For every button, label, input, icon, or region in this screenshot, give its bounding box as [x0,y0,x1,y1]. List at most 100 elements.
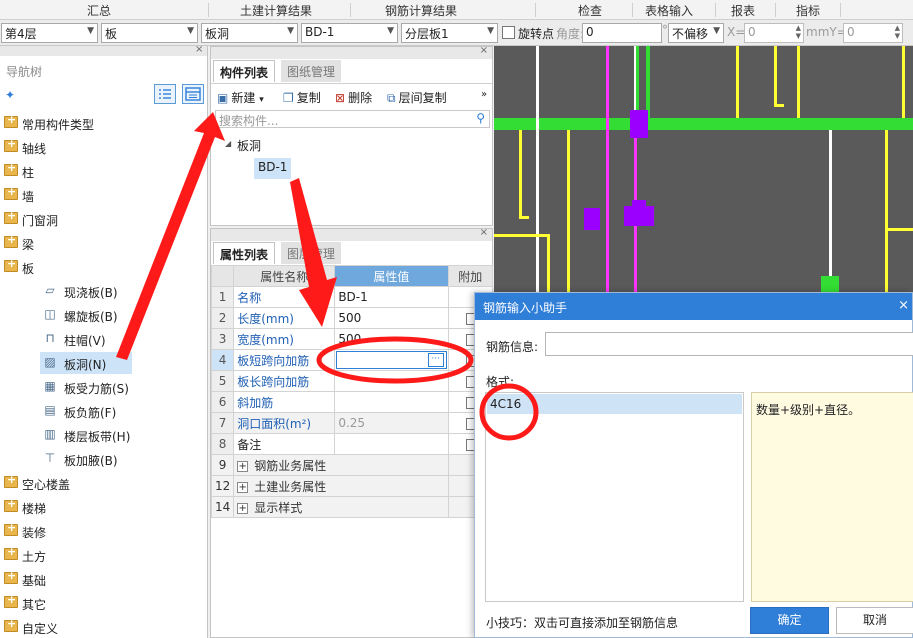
property-value-cell: 0.25 [334,412,449,434]
nav-item-slab[interactable]: 板 [0,256,207,278]
menu-table-input[interactable]: 表格输入 [645,2,693,19]
property-value-cell[interactable] [334,433,449,455]
cancel-button[interactable]: 取消 [836,607,913,634]
delete-button[interactable]: ⊠ 删除 [335,89,372,106]
spin-arrows-icon[interactable]: ▲ ▼ [796,24,801,40]
close-icon[interactable]: × [898,298,909,313]
more-icon[interactable]: » [481,89,487,100]
nav-sub-cast-slab[interactable]: ▱ 现浇板(B) [42,280,132,302]
sparkle-icon[interactable]: ✦ [5,88,15,102]
table-row[interactable]: 1 名称 BD-1 [210,286,494,308]
y-input[interactable]: 0 ▲ ▼ [843,23,903,43]
rebar-info-input[interactable] [545,332,913,356]
table-group-row[interactable]: 12 + 土建业务属性 [210,475,494,497]
nav-item-earthwork[interactable]: 土方 [0,544,207,566]
nav-item-column[interactable]: 柱 [0,160,207,182]
type-select[interactable]: 板洞 ▼ [201,23,298,43]
menu-check[interactable]: 检查 [578,2,602,19]
nav-sub-negative-rebar[interactable]: ▤ 板负筋(F) [42,400,142,422]
table-row[interactable]: 3 宽度(mm) 500 [210,328,494,350]
list-view-icon[interactable] [154,84,176,104]
property-table: 属性名称 属性值 附加 1 名称 BD-1 2 长度(mm) 500 3 宽度(… [210,265,494,518]
menu-summary[interactable]: 汇总 [87,2,111,19]
nav-item-foundation[interactable]: 基础 [0,568,207,590]
menu-rebar-results[interactable]: 钢筋计算结果 [385,2,457,19]
tree-parent-slab-hole[interactable]: 板洞 [237,137,261,154]
tab-layer-management[interactable]: 图层管理 [281,242,342,264]
offset-select[interactable]: 不偏移 ▼ [668,23,724,43]
floor-copy-button[interactable]: ⧉ 层间复制 [387,89,447,106]
table-row-active[interactable]: 4 板短跨向加筋 ··· [210,349,494,371]
property-toolbar: 第4层 ▼ 板 ▼ 板洞 ▼ BD-1 ▼ 分层板1 ▼ 旋转点 角度: 0 ° 不偏移 ▼… [0,20,913,46]
component-select[interactable]: BD-1 ▼ [301,23,398,43]
menu-civil-results[interactable]: 土建计算结果 [240,2,312,19]
tab-component-list[interactable]: 构件列表 [213,60,276,82]
x-input[interactable]: 0 ▲ ▼ [744,23,804,43]
close-icon[interactable]: × [480,45,488,56]
copy-button[interactable]: ❐ 复制 [283,89,321,106]
nav-item-stairs[interactable]: 楼梯 [0,496,207,518]
nav-item-wall[interactable]: 墙 [0,184,207,206]
close-icon[interactable]: × [195,44,203,55]
new-button[interactable]: ▣ 新建 ▾ [217,89,264,106]
property-name: 长度(mm) [233,307,336,329]
spin-arrows-icon[interactable]: ▲ ▼ [895,24,900,40]
category-select[interactable]: 板 ▼ [101,23,198,43]
drawing-canvas[interactable] [494,46,913,292]
property-value-cell[interactable]: ··· [334,349,449,371]
top-menu-bar: 汇总 土建计算结果 钢筋计算结果 检查 表格输入 报表 指标 [0,0,913,20]
nav-sub-slab-strip[interactable]: ▥ 楼层板带(H) [42,424,142,446]
component-search-input[interactable]: 搜索构件... ⚲ [215,110,490,128]
nav-sub-slab-haunch[interactable]: ⊤ 板加腋(B) [42,448,142,470]
expand-plus-icon[interactable]: + [237,460,249,472]
table-group-row[interactable]: 14 + 显示样式 [210,496,494,518]
property-value-cell[interactable]: 500 [334,328,449,350]
short-span-rebar-input[interactable]: ··· [336,351,447,369]
table-row[interactable]: 2 长度(mm) 500 [210,307,494,329]
property-value-cell[interactable]: BD-1 [334,286,449,308]
format-list[interactable]: 4C16 [485,392,744,602]
layer-select[interactable]: 分层板1 ▼ [401,23,498,43]
ok-button[interactable]: 确定 [750,607,829,634]
property-value-cell[interactable]: 500 [334,307,449,329]
nav-item-beam[interactable]: 梁 [0,232,207,254]
nav-item-decoration[interactable]: 装修 [0,520,207,542]
format-item-4c16[interactable]: 4C16 [487,394,742,414]
menu-report[interactable]: 报表 [731,2,755,19]
expand-plus-icon[interactable]: + [237,502,249,514]
menu-indicator[interactable]: 指标 [796,2,820,19]
tree-item-bd1[interactable]: BD-1 [254,158,292,179]
collapse-triangle-icon[interactable]: ◢ [225,139,231,148]
nav-item-common-types[interactable]: 常用构件类型 [0,112,207,134]
nav-item-door-window[interactable]: 门窗洞 [0,208,207,230]
table-group-row[interactable]: 9 + 钢筋业务属性 [210,454,494,476]
nav-item-custom[interactable]: 自定义 [0,616,207,638]
ellipsis-button[interactable]: ··· [427,353,444,367]
nav-sub-spiral-slab[interactable]: ◫ 螺旋板(B) [42,304,132,326]
panel-view-icon[interactable] [182,84,204,104]
tab-drawing-management[interactable]: 图纸管理 [281,60,342,82]
expand-plus-icon[interactable]: + [237,481,249,493]
table-row[interactable]: 7 洞口面积(m²) 0.25 [210,412,494,434]
table-row[interactable]: 6 斜加筋 [210,391,494,413]
angle-input[interactable]: 0 [582,23,662,43]
purple-column [624,206,654,226]
search-icon[interactable]: ⚲ [476,111,485,125]
nav-item-hollow-floor[interactable]: 空心楼盖 [0,472,207,494]
tab-property-list[interactable]: 属性列表 [213,242,276,264]
nav-item-axis[interactable]: 轴线 [0,136,207,158]
folder-icon [4,617,18,632]
nav-sub-slab-hole[interactable]: ▨ 板洞(N) [40,352,132,374]
nav-item-other[interactable]: 其它 [0,592,207,614]
close-icon[interactable]: × [480,227,488,238]
green-column [821,276,839,292]
rotate-point-checkbox[interactable] [502,26,515,39]
property-value-cell[interactable] [334,370,449,392]
property-list-panel: × 属性列表 图层管理 属性名称 属性值 附加 1 名称 BD-1 2 长度(m… [210,227,494,638]
nav-sub-slab-rebar[interactable]: ▦ 板受力筋(S) [42,376,142,398]
property-value-cell[interactable] [334,391,449,413]
floor-select[interactable]: 第4层 ▼ [1,23,98,43]
nav-sub-column-cap[interactable]: ⊓ 柱帽(V) [42,328,132,350]
table-row[interactable]: 8 备注 [210,433,494,455]
table-row[interactable]: 5 板长跨向加筋 [210,370,494,392]
